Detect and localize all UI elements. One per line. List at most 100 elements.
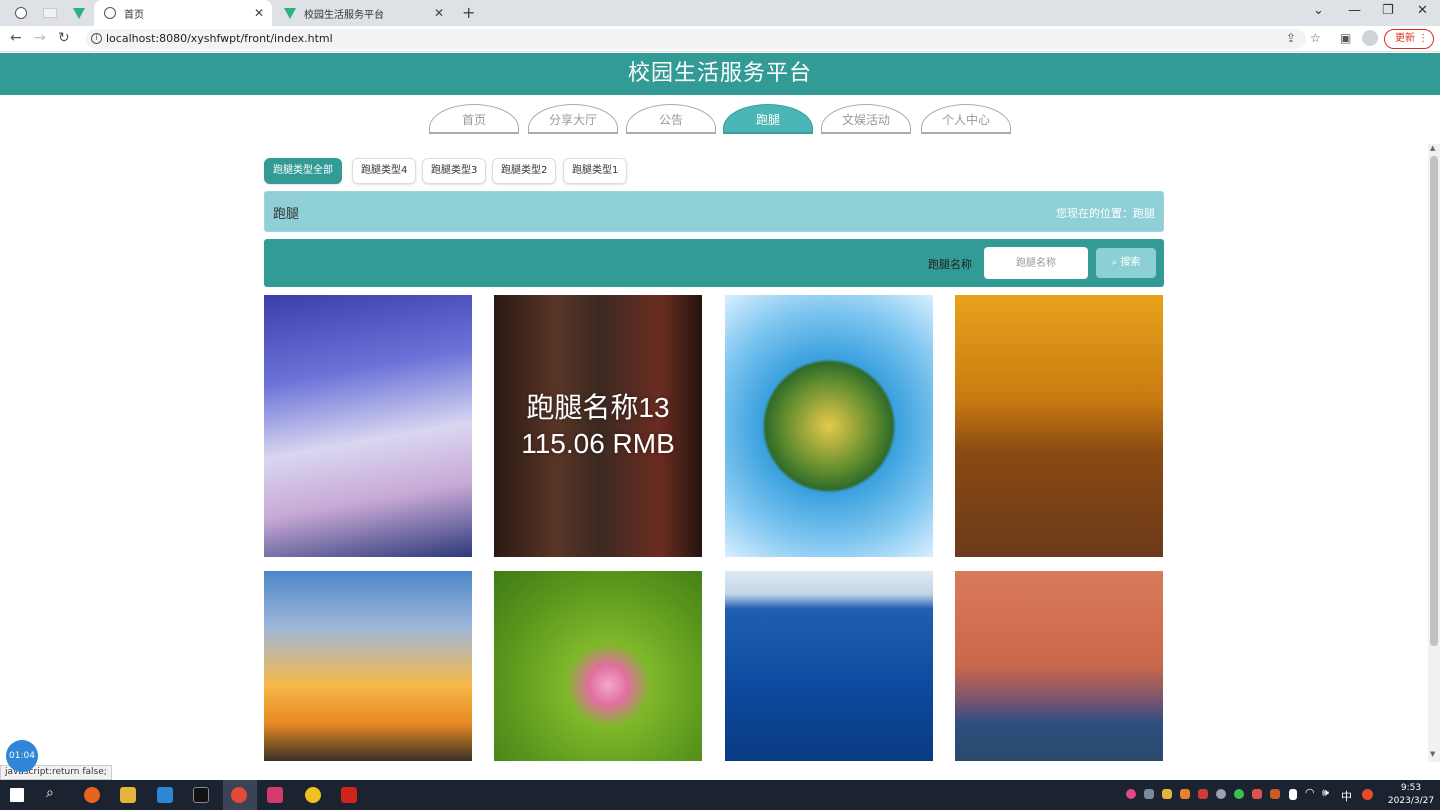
share-icon[interactable]: ⇪ xyxy=(1286,31,1296,45)
recording-timer[interactable]: 01:04 xyxy=(6,740,38,772)
back-icon[interactable]: ← xyxy=(10,30,22,46)
tray-icon[interactable] xyxy=(1216,789,1226,799)
search-input[interactable] xyxy=(984,247,1088,279)
errand-card[interactable] xyxy=(264,571,472,761)
tab-title: 校园生活服务平台 xyxy=(304,9,384,21)
tray-icon[interactable] xyxy=(1198,789,1208,799)
tray-icon[interactable] xyxy=(1126,789,1136,799)
scroll-thumb[interactable] xyxy=(1430,156,1438,646)
search-icon[interactable]: ⌕ xyxy=(46,785,54,801)
card-hover-overlay: 跑腿名称13 115.06 RMB xyxy=(494,295,702,557)
battery-icon[interactable] xyxy=(1289,789,1297,800)
nav-item-notices[interactable]: 公告 xyxy=(626,104,716,134)
close-window-icon[interactable]: ✕ xyxy=(1417,3,1428,18)
browser-tab[interactable] xyxy=(6,0,35,26)
scroll-down-icon[interactable]: ▼ xyxy=(1430,750,1435,758)
firefox-icon[interactable] xyxy=(84,787,100,803)
search-label: 跑腿名称 xyxy=(928,258,972,271)
side-panel-icon[interactable]: ▣ xyxy=(1340,31,1351,45)
browser-tab[interactable]: 校园生活服务平台 ✕ xyxy=(276,0,452,26)
type-filter-3[interactable]: 跑腿类型3 xyxy=(422,158,487,184)
vue-logo-icon xyxy=(284,7,296,19)
tray-icon[interactable] xyxy=(1362,789,1373,800)
minimize-icon[interactable]: — xyxy=(1348,3,1361,18)
address-bar[interactable]: i localhost:8080/xyshfwpt/front/index.ht… xyxy=(86,29,1306,49)
type-filter-1[interactable]: 跑腿类型1 xyxy=(563,158,628,184)
new-tab-icon[interactable]: + xyxy=(462,3,475,22)
network-icon[interactable]: ◠ xyxy=(1305,786,1315,799)
nav-item-home[interactable]: 首页 xyxy=(429,104,519,134)
card-image xyxy=(264,571,472,761)
card-image xyxy=(955,571,1163,761)
tray-icon[interactable] xyxy=(1252,789,1262,799)
card-price: 115.06 RMB xyxy=(521,428,675,459)
globe-icon xyxy=(14,7,27,19)
forward-icon[interactable]: → xyxy=(34,30,46,46)
type-filter-2[interactable]: 跑腿类型2 xyxy=(492,158,557,184)
nav-item-activities[interactable]: 文娱活动 xyxy=(821,104,911,134)
errand-card[interactable] xyxy=(725,571,933,761)
page-scrollbar[interactable]: ▲ ▼ xyxy=(1428,144,1440,762)
main-nav: 首页 分享大厅 公告 跑腿 文娱活动 个人中心 xyxy=(0,104,1440,134)
search-button[interactable]: ⌕ 搜索 xyxy=(1096,248,1156,278)
current-location: 您现在的位置：跑腿 xyxy=(1056,207,1155,220)
clock-time[interactable]: 9:53 xyxy=(1386,783,1436,793)
errand-card[interactable] xyxy=(725,295,933,557)
file-explorer-icon[interactable] xyxy=(120,787,136,803)
wechat-icon[interactable] xyxy=(1234,789,1244,799)
chrome-icon[interactable] xyxy=(231,787,247,803)
site-header: 校园生活服务平台 xyxy=(0,53,1440,95)
wps-icon[interactable] xyxy=(341,787,357,803)
search-icon: ⌕ xyxy=(1111,257,1118,268)
tray-icon[interactable] xyxy=(1162,789,1172,799)
search-button-label: 搜索 xyxy=(1120,257,1141,268)
restore-icon[interactable]: ❐ xyxy=(1382,3,1394,18)
reload-icon[interactable]: ↻ xyxy=(58,30,70,46)
site-info-icon[interactable]: i xyxy=(91,33,102,44)
browser-tab[interactable] xyxy=(64,0,93,26)
tray-icon[interactable] xyxy=(1270,789,1280,799)
intellij-icon[interactable] xyxy=(267,787,283,803)
browser-tab-strip: 首页 ✕ 校园生活服务平台 ✕ + ⌄ — ❐ ✕ xyxy=(0,0,1440,26)
volume-icon[interactable]: 🕪 xyxy=(1322,786,1329,800)
browser-tab[interactable] xyxy=(35,0,64,26)
app-icon[interactable] xyxy=(305,787,321,803)
input-method-indicator[interactable]: 中 xyxy=(1341,788,1352,804)
tray-icon[interactable] xyxy=(1180,789,1190,799)
clock-date[interactable]: 2023/3/27 xyxy=(1384,796,1438,806)
card-name: 跑腿名称13 xyxy=(526,392,670,423)
nav-item-errands[interactable]: 跑腿 xyxy=(723,104,813,134)
globe-icon xyxy=(104,7,116,19)
blank-page-icon xyxy=(42,8,57,18)
browser-toolbar: ← → ↻ i localhost:8080/xyshfwpt/front/in… xyxy=(0,26,1440,52)
nav-item-profile[interactable]: 个人中心 xyxy=(921,104,1011,134)
type-filter-4[interactable]: 跑腿类型4 xyxy=(352,158,417,184)
tab-search-icon[interactable]: ⌄ xyxy=(1313,3,1324,18)
vscode-icon[interactable] xyxy=(157,787,173,803)
url-text: localhost:8080/xyshfwpt/front/index.html xyxy=(106,32,333,45)
card-image xyxy=(725,571,933,761)
card-image xyxy=(264,295,472,557)
errand-card[interactable] xyxy=(494,571,702,761)
terminal-icon[interactable] xyxy=(193,787,209,803)
tray-icon[interactable] xyxy=(1144,789,1154,799)
breadcrumb: 跑腿 您现在的位置：跑腿 xyxy=(264,191,1164,232)
site-title: 校园生活服务平台 xyxy=(627,61,812,86)
errand-card[interactable] xyxy=(955,295,1163,557)
update-label: 更新 xyxy=(1395,33,1415,44)
windows-start-icon[interactable] xyxy=(10,788,24,802)
nav-item-share-hall[interactable]: 分享大厅 xyxy=(528,104,618,134)
browser-tab-active[interactable]: 首页 ✕ xyxy=(94,0,272,26)
profile-avatar-icon[interactable] xyxy=(1362,30,1378,46)
bookmark-star-icon[interactable]: ☆ xyxy=(1310,31,1321,45)
close-tab-icon[interactable]: ✕ xyxy=(254,6,264,20)
search-bar: 跑腿名称 ⌕ 搜索 xyxy=(264,239,1164,287)
errand-card[interactable]: 跑腿名称13 115.06 RMB xyxy=(494,295,702,557)
errand-card[interactable] xyxy=(955,571,1163,761)
update-button[interactable]: 更新 ⋮ xyxy=(1384,29,1434,49)
errand-card[interactable] xyxy=(264,295,472,557)
type-filter-all[interactable]: 跑腿类型全部 xyxy=(264,158,342,184)
close-tab-icon[interactable]: ✕ xyxy=(434,6,444,20)
tab-title: 首页 xyxy=(124,9,144,21)
scroll-up-icon[interactable]: ▲ xyxy=(1430,144,1435,152)
